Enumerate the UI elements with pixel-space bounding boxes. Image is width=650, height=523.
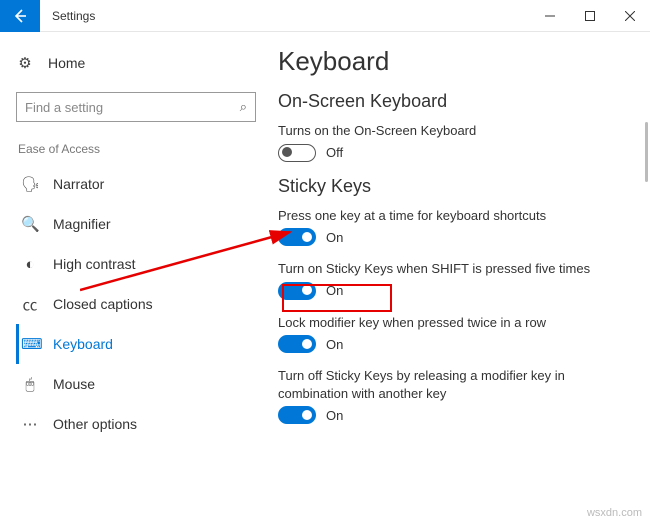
page-title: Keyboard bbox=[278, 46, 632, 77]
sticky-opt2-state: On bbox=[326, 283, 343, 298]
minimize-button[interactable] bbox=[530, 0, 570, 31]
main-panel: Keyboard On-Screen Keyboard Turns on the… bbox=[270, 32, 650, 523]
sticky-opt3-state: On bbox=[326, 337, 343, 352]
close-button[interactable] bbox=[610, 0, 650, 31]
home-label: Home bbox=[48, 55, 85, 71]
search-icon: ⌕ bbox=[240, 99, 247, 115]
scrollbar[interactable] bbox=[645, 122, 648, 182]
titlebar: Settings bbox=[0, 0, 650, 32]
sidebar-item-label: Closed captions bbox=[53, 296, 153, 312]
osk-state: Off bbox=[326, 145, 343, 160]
sidebar-item-high-contrast[interactable]: ◐ High contrast bbox=[16, 244, 270, 284]
watermark: wsxdn.com bbox=[587, 507, 642, 519]
sticky-opt4-state: On bbox=[326, 408, 343, 423]
sidebar-item-label: Magnifier bbox=[53, 216, 111, 232]
back-button[interactable] bbox=[0, 0, 40, 32]
sidebar: ⚙ Home Find a setting ⌕ Ease of Access 🗣… bbox=[0, 32, 270, 523]
contrast-icon: ◐ bbox=[21, 256, 39, 273]
window-title: Settings bbox=[40, 9, 95, 23]
sticky-opt2-toggle[interactable] bbox=[278, 282, 316, 300]
minimize-icon bbox=[545, 11, 555, 21]
close-icon bbox=[625, 11, 635, 21]
gear-icon: ⚙ bbox=[16, 54, 34, 72]
mouse-icon: 🖱 bbox=[21, 376, 39, 393]
sidebar-item-magnifier[interactable]: 🔍 Magnifier bbox=[16, 204, 270, 244]
sidebar-item-closed-captions[interactable]: ㏄ Closed captions bbox=[16, 284, 270, 324]
sidebar-item-mouse[interactable]: 🖱 Mouse bbox=[16, 364, 270, 404]
maximize-icon bbox=[585, 11, 595, 21]
sticky-opt1-toggle[interactable] bbox=[278, 228, 316, 246]
sidebar-item-keyboard[interactable]: ⌨ Keyboard bbox=[16, 324, 270, 364]
section-header: Ease of Access bbox=[18, 142, 270, 156]
sidebar-item-label: Mouse bbox=[53, 376, 95, 392]
sidebar-item-narrator[interactable]: 🗣 Narrator bbox=[16, 164, 270, 204]
osk-label: Turns on the On-Screen Keyboard bbox=[278, 122, 598, 140]
sticky-heading: Sticky Keys bbox=[278, 176, 632, 197]
arrow-left-icon bbox=[12, 8, 28, 24]
osk-heading: On-Screen Keyboard bbox=[278, 91, 632, 112]
search-input[interactable]: Find a setting ⌕ bbox=[16, 92, 256, 122]
narrator-icon: 🗣 bbox=[21, 175, 39, 193]
keyboard-icon: ⌨ bbox=[21, 335, 39, 353]
sticky-opt3-label: Lock modifier key when pressed twice in … bbox=[278, 314, 598, 332]
sticky-opt2-label: Turn on Sticky Keys when SHIFT is presse… bbox=[278, 260, 598, 278]
magnifier-icon: 🔍 bbox=[21, 215, 39, 233]
sticky-opt3-toggle[interactable] bbox=[278, 335, 316, 353]
sidebar-item-label: Keyboard bbox=[53, 336, 113, 352]
sidebar-item-label: High contrast bbox=[53, 256, 135, 272]
sidebar-item-label: Other options bbox=[53, 416, 137, 432]
home-link[interactable]: ⚙ Home bbox=[16, 50, 270, 76]
sidebar-item-other-options[interactable]: ⋯ Other options bbox=[16, 404, 270, 444]
sticky-opt1-label: Press one key at a time for keyboard sho… bbox=[278, 207, 598, 225]
sticky-opt1-state: On bbox=[326, 230, 343, 245]
osk-toggle[interactable] bbox=[278, 144, 316, 162]
captions-icon: ㏄ bbox=[21, 294, 39, 315]
maximize-button[interactable] bbox=[570, 0, 610, 31]
search-placeholder: Find a setting bbox=[25, 100, 103, 115]
options-icon: ⋯ bbox=[21, 415, 39, 433]
sticky-opt4-toggle[interactable] bbox=[278, 406, 316, 424]
sticky-opt4-label: Turn off Sticky Keys by releasing a modi… bbox=[278, 367, 598, 402]
sidebar-item-label: Narrator bbox=[53, 176, 104, 192]
